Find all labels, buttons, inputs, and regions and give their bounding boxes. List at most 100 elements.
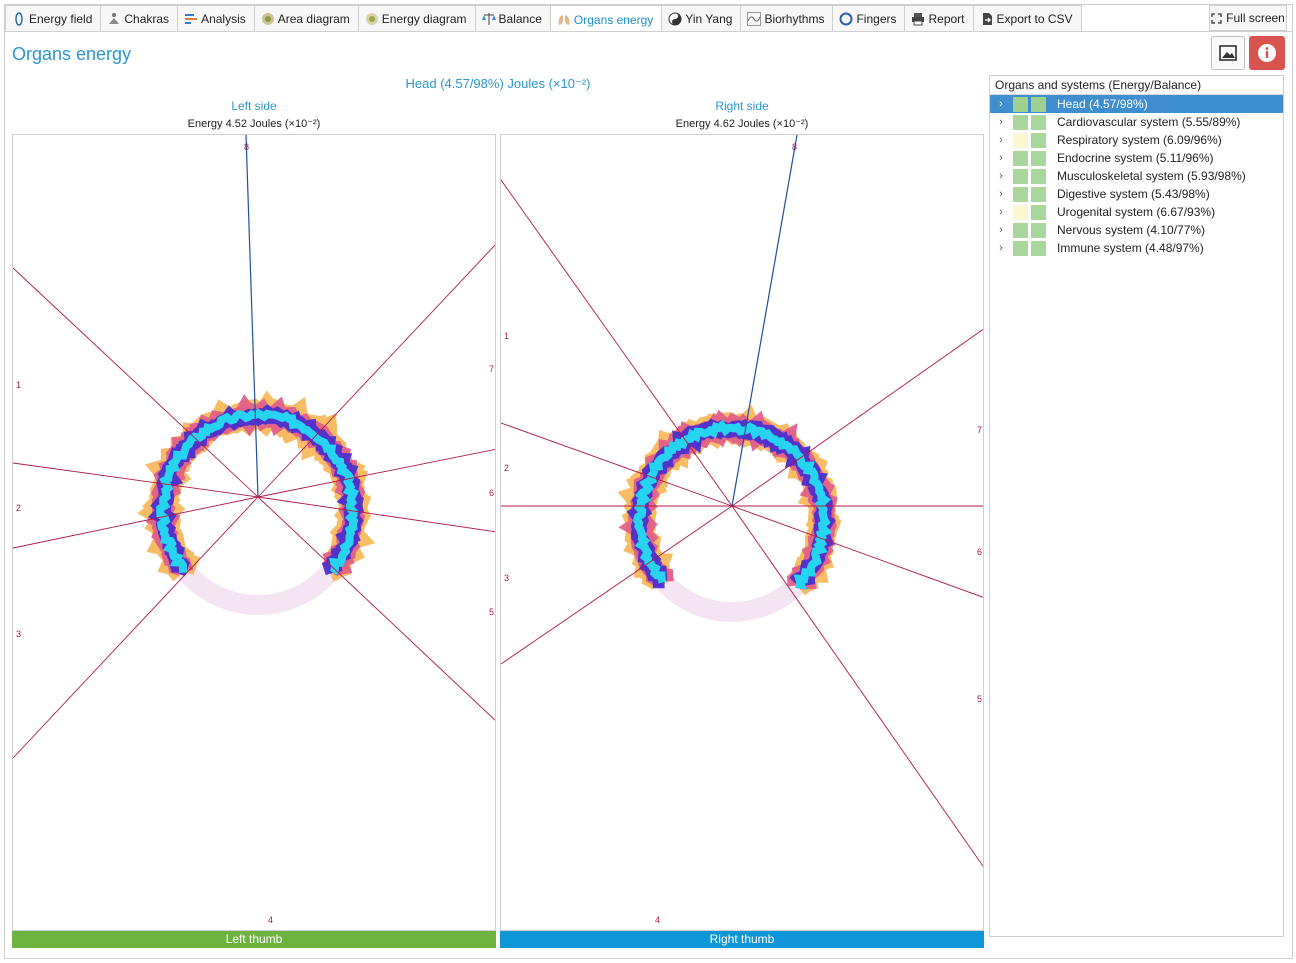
tab-area-diagram[interactable]: Area diagram [254, 5, 359, 31]
balance-status-swatch [1031, 150, 1046, 166]
sector-label-6: 6 [977, 547, 982, 557]
balance-status-swatch [1031, 114, 1046, 130]
sector-label-7: 7 [977, 425, 982, 435]
right-energy-label: Energy 4.62 Joules (×10⁻²) [675, 118, 809, 130]
save-image-button[interactable] [1211, 36, 1245, 70]
info-button[interactable] [1249, 36, 1285, 70]
tab-label: Balance [498, 12, 542, 26]
tree-row[interactable]: › Respiratory system (6.09/96%) [990, 131, 1283, 149]
left-sector-labels: 8 1 2 3 4 5 6 7 [16, 142, 494, 925]
full-screen-button[interactable]: Full screen [1209, 5, 1287, 31]
energy-status-swatch [1013, 186, 1028, 202]
organs-systems-tree: Organs and systems (Energy/Balance) › Hea… [989, 75, 1284, 937]
tab-label: Energy field [29, 12, 93, 26]
tree-row[interactable]: › Musculoskeletal system (5.93/98%) [990, 167, 1283, 185]
expand-chevron-icon[interactable]: › [990, 206, 1010, 218]
tree-row-label: Head (4.57/98%) [1057, 97, 1148, 111]
tree-row[interactable]: › Head (4.57/98%) [990, 95, 1283, 113]
right-sector-lines [501, 135, 983, 867]
right-sector-labels: 8 1 2 3 4 5 6 7 [504, 142, 982, 925]
tab-export-csv[interactable]: Export to CSV [973, 5, 1082, 31]
tab-label: Area diagram [277, 12, 350, 26]
tab-fingers[interactable]: Fingers [833, 5, 906, 31]
tab-label: Report [928, 12, 965, 26]
tab-organs-energy[interactable]: Organs energy [550, 5, 663, 32]
energy-status-swatch [1013, 168, 1028, 184]
expand-chevron-icon[interactable]: › [990, 242, 1010, 254]
left-thumb-bar: Left thumb [12, 931, 496, 948]
yin-yang-icon [668, 12, 682, 26]
tab-label: Biorhythms [764, 12, 825, 26]
tab-analysis[interactable]: Analysis [178, 5, 255, 31]
sector-line [13, 496, 259, 759]
balance-status-swatch [1031, 222, 1046, 238]
tree-row-label: Respiratory system (6.09/96%) [1057, 133, 1222, 147]
biorhythms-icon [747, 12, 762, 26]
fullscreen-icon [1211, 12, 1222, 24]
tree-row[interactable]: › Urogenital system (6.67/93%) [990, 203, 1283, 221]
printer-icon [912, 13, 925, 26]
expand-chevron-icon[interactable]: › [990, 224, 1010, 236]
tab-report[interactable]: Report [905, 5, 974, 31]
tab-bar: Energy field Chakras Analysis Area diagr… [5, 5, 1082, 32]
tab-label: Analysis [201, 12, 246, 26]
left-energy-ring [137, 390, 376, 615]
chakras-icon [109, 13, 120, 24]
expand-chevron-icon[interactable]: › [990, 98, 1010, 110]
tab-label: Yin Yang [685, 12, 733, 26]
energy-status-swatch [1013, 132, 1028, 148]
tree-row-label: Musculoskeletal system (5.93/98%) [1057, 169, 1246, 183]
tab-energy-field[interactable]: Energy field [5, 5, 102, 31]
energy-status-swatch [1013, 96, 1028, 112]
info-icon [1258, 44, 1276, 62]
sector-label-6: 6 [489, 488, 494, 498]
left-thumb-panel: 8 1 2 3 4 5 6 7 [12, 134, 496, 931]
page-title: Organs energy [12, 44, 132, 64]
left-sector-lines [13, 135, 495, 759]
tree-row-label: Nervous system (4.10/77%) [1057, 223, 1206, 237]
tree-row[interactable]: › Cardiovascular system (5.55/89%) [990, 113, 1283, 131]
sector-label-3: 3 [16, 629, 21, 639]
sector-label-7: 7 [489, 364, 494, 374]
sector-line [257, 496, 495, 533]
energy-status-swatch [1013, 150, 1028, 166]
tree-row-label: Cardiovascular system (5.55/89%) [1057, 115, 1241, 129]
sector-line [13, 267, 259, 498]
sector-label-3: 3 [504, 573, 509, 583]
expand-chevron-icon[interactable]: › [990, 134, 1010, 146]
balance-status-swatch [1031, 204, 1046, 220]
energy-status-swatch [1013, 204, 1028, 220]
tab-biorhythms[interactable]: Biorhythms [741, 5, 834, 31]
tab-divider [5, 31, 1292, 32]
tab-label: Fingers [856, 12, 897, 26]
tab-energy-diagram[interactable]: Energy diagram [358, 5, 476, 31]
expand-chevron-icon[interactable]: › [990, 170, 1010, 182]
fingers-icon [839, 12, 853, 26]
tree-row-label: Digestive system (5.43/98%) [1057, 187, 1210, 201]
tree-row[interactable]: › Nervous system (4.10/77%) [990, 221, 1283, 239]
left-energy-field-graph: 8 1 2 3 4 5 6 7 [13, 135, 495, 925]
expand-chevron-icon[interactable]: › [990, 116, 1010, 128]
export-icon [982, 13, 992, 25]
expand-chevron-icon[interactable]: › [990, 152, 1010, 164]
tree-header: Organs and systems (Energy/Balance) [990, 76, 1283, 95]
balance-status-swatch [1031, 186, 1046, 202]
head-axis-line [245, 135, 259, 498]
left-side-title: Left side [231, 99, 277, 113]
tree-row[interactable]: › Endocrine system (5.11/96%) [990, 149, 1283, 167]
energy-status-swatch [1013, 240, 1028, 256]
tab-label: Organs energy [573, 12, 654, 27]
sector-line [731, 505, 983, 598]
tab-yin-yang[interactable]: Yin Yang [662, 5, 742, 31]
full-screen-label: Full screen [1226, 11, 1285, 25]
tab-balance[interactable]: Balance [475, 5, 551, 31]
tree-row[interactable]: › Digestive system (5.43/98%) [990, 185, 1283, 203]
sector-label-2: 2 [504, 463, 509, 473]
tab-chakras[interactable]: Chakras [101, 5, 179, 31]
tree-row[interactable]: › Immune system (4.48/97%) [990, 239, 1283, 257]
sector-line [731, 328, 983, 507]
tree-row-label: Immune system (4.48/97%) [1057, 241, 1204, 255]
expand-chevron-icon[interactable]: › [990, 188, 1010, 200]
sector-label-1: 1 [504, 331, 509, 341]
sector-line [13, 462, 259, 498]
